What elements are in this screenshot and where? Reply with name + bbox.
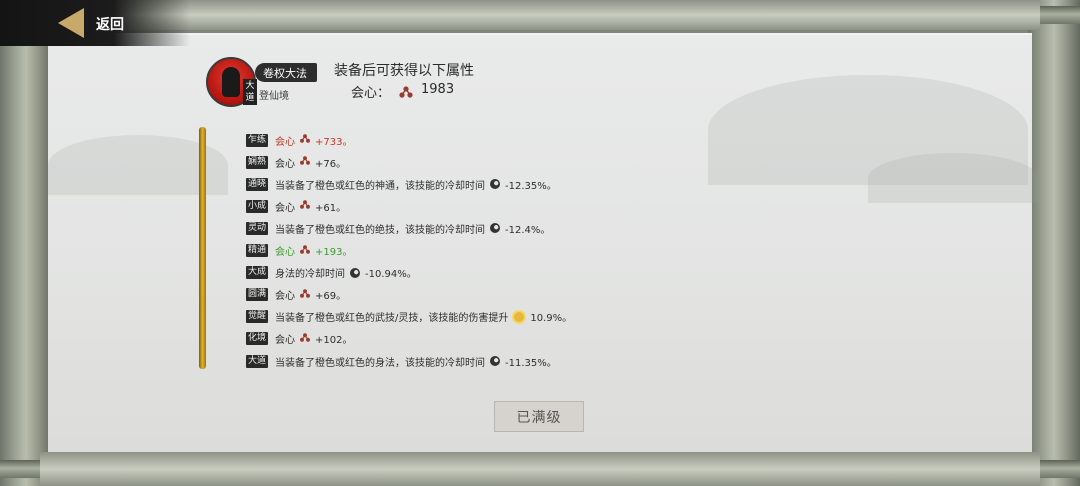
level-text: 当装备了橙色或红色的神通，该技能的冷却时间 <box>275 180 485 192</box>
level-badge: 觉醒 <box>246 310 268 324</box>
level-text: 当装备了橙色或红色的武技/灵技，该技能的伤害提升 <box>275 313 509 325</box>
level-row: 大成 身法的冷却时间 -10.94%。 <box>246 265 417 281</box>
level-row: 乍练 会心 +733。 <box>246 132 352 148</box>
level-value: +61。 <box>315 202 347 214</box>
trident-icon <box>299 155 311 169</box>
level-progress-line <box>199 127 206 369</box>
back-label: 返回 <box>96 17 124 33</box>
level-badge: 精通 <box>246 244 268 257</box>
level-row: 化境 会心 +102。 <box>246 331 352 347</box>
level-text: 身法的冷却时间 <box>275 269 345 281</box>
level-description: 当装备了橙色或红色的绝技，该技能的冷却时间 -12.4%。 <box>275 221 550 236</box>
scroll-bar-bottom <box>40 452 1040 486</box>
skill-name: 卷权大法 <box>263 67 307 80</box>
level-badge: 乍练 <box>246 133 268 147</box>
trident-icon <box>299 288 311 302</box>
back-arrow-icon <box>58 8 84 38</box>
level-text: 会心 <box>275 291 295 303</box>
level-text: 会心 <box>275 202 295 214</box>
level-row: 精通 会心 +193。 <box>246 243 352 259</box>
moon-icon <box>490 223 500 234</box>
level-description: 身法的冷却时间 -10.94%。 <box>275 265 417 280</box>
level-text: 会心 <box>275 247 295 258</box>
scroll-bar-top <box>40 0 1040 30</box>
level-row: 大道 当装备了橙色或红色的身法，该技能的冷却时间 -11.35%。 <box>246 353 557 369</box>
level-value: 10.9%。 <box>530 313 573 325</box>
header-stat-label: 会心： <box>351 86 391 101</box>
max-level-button[interactable]: 已满级 <box>494 401 584 432</box>
moon-icon <box>350 267 360 278</box>
figure-icon <box>222 67 240 97</box>
level-text: 当装备了橙色或红色的绝技，该技能的冷却时间 <box>275 224 485 236</box>
level-row: 娴熟 会心 +76。 <box>246 154 346 170</box>
mountain-decor <box>868 153 1038 203</box>
level-badge: 娴熟 <box>246 155 268 169</box>
level-badge: 小成 <box>246 199 268 213</box>
level-badge: 大成 <box>246 266 268 280</box>
level-badge: 通晓 <box>246 177 268 191</box>
level-row: 通晓 当装备了橙色或红色的神通，该技能的冷却时间 -12.35%。 <box>246 176 557 192</box>
level-value: +69。 <box>315 291 347 303</box>
level-description: 会心 +76。 <box>275 155 346 170</box>
header-title: 装备后可获得以下属性 <box>334 63 474 79</box>
moon-icon <box>490 356 500 366</box>
level-text: 会心 <box>275 136 295 148</box>
level-row: 觉醒 当装备了橙色或红色的武技/灵技，该技能的伤害提升 10.9%。 <box>246 309 572 325</box>
level-badge: 圆满 <box>246 288 268 302</box>
level-value: -12.4%。 <box>505 224 551 236</box>
level-text: 当装备了橙色或红色的身法，该技能的冷却时间 <box>275 357 485 369</box>
moon-icon <box>490 179 500 190</box>
avatar-tag: 大道 <box>243 79 257 105</box>
trident-icon <box>299 199 311 213</box>
level-row: 圆满 会心 +69。 <box>246 287 346 303</box>
skill-realm: 登仙境 <box>259 91 289 102</box>
level-description: 会心 +102。 <box>275 331 352 346</box>
scroll-paper <box>48 33 1038 452</box>
skill-avatar: 大道 <box>206 57 257 107</box>
level-value: -12.35%。 <box>505 180 557 192</box>
level-value: +76。 <box>315 158 347 170</box>
level-value: +733。 <box>315 136 353 148</box>
level-badge: 大道 <box>246 354 268 368</box>
level-badge: 化境 <box>246 332 268 346</box>
level-description: 会心 +69。 <box>275 287 346 302</box>
level-description: 会心 +193。 <box>275 243 352 258</box>
level-badge: 灵动 <box>246 221 268 235</box>
sun-icon <box>514 311 525 322</box>
level-description: 当装备了橙色或红色的神通，该技能的冷却时间 -12.35%。 <box>275 177 557 192</box>
level-value: +102。 <box>315 335 353 347</box>
trident-icon <box>299 244 311 258</box>
level-description: 会心 +733。 <box>275 133 352 148</box>
header-stat-value: 1983 <box>421 82 455 97</box>
back-button[interactable]: 返回 <box>0 0 190 46</box>
level-value: -11.35%。 <box>505 357 557 369</box>
level-row: 灵动 当装备了橙色或红色的绝技，该技能的冷却时间 -12.4%。 <box>246 220 550 236</box>
scroll-rod-left <box>0 0 54 486</box>
trident-icon <box>299 133 311 147</box>
level-text: 会心 <box>275 158 295 170</box>
level-value: +193。 <box>315 247 353 258</box>
trident-icon <box>299 332 311 346</box>
level-text: 会心 <box>275 335 295 347</box>
scroll-rod-right <box>1026 0 1080 486</box>
level-description: 当装备了橙色或红色的武技/灵技，该技能的伤害提升 10.9%。 <box>275 309 572 324</box>
level-row: 小成 会心 +61。 <box>246 198 346 214</box>
trident-icon <box>398 84 414 103</box>
level-value: -10.94%。 <box>365 269 417 281</box>
level-description: 当装备了橙色或红色的身法，该技能的冷却时间 -11.35%。 <box>275 354 557 369</box>
level-description: 会心 +61。 <box>275 199 346 214</box>
